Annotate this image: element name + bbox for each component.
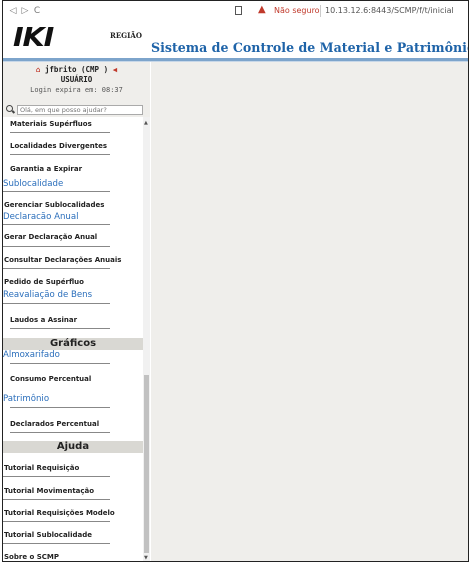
menu-divider <box>3 246 110 247</box>
menu-divider <box>3 499 110 500</box>
menu-divider <box>3 476 110 477</box>
menu-section-almoxarifado[interactable]: Almoxarifado <box>3 350 60 360</box>
menu-divider <box>10 154 110 155</box>
menu-section-reavaliacao-bens[interactable]: Reavaliação de Bens <box>3 290 92 300</box>
menu-item-declarados-percentual[interactable]: Declarados Percentual <box>10 420 99 428</box>
browser-window: ◁ ▷ C ▲ Não seguro 10.13.12.6:8443/SCMP/… <box>2 0 469 562</box>
menu-divider <box>10 328 110 329</box>
logout-icon[interactable]: ◀ <box>113 65 118 74</box>
scroll-up-icon[interactable]: ▲ <box>144 120 148 126</box>
menu-divider <box>3 543 110 544</box>
search-input[interactable] <box>17 104 143 115</box>
scroll-down-icon[interactable]: ▼ <box>144 555 148 561</box>
menu-item-pedido-superfluo[interactable]: Pedido de Supérfluo <box>4 278 84 286</box>
user-role: USUÁRIO <box>60 75 93 84</box>
app-header: IKI REGIÃO Sistema de Controle de Materi… <box>3 21 468 58</box>
logo-subtitle: REGIÃO <box>110 31 142 40</box>
warning-icon[interactable]: ▲ <box>258 4 266 15</box>
menu-item-tutorial-sublocalidade[interactable]: Tutorial Sublocalidade <box>4 531 92 539</box>
main-content <box>151 62 468 561</box>
menu-section-patrimonio[interactable]: Patrimônio <box>3 394 49 404</box>
menu-item-tutorial-requisicao[interactable]: Tutorial Requisição <box>4 464 79 472</box>
menu-divider <box>3 224 110 225</box>
not-secure-label[interactable]: Não seguro <box>274 6 320 15</box>
section-header-graficos: Gráficos <box>3 338 143 350</box>
user-name[interactable]: jfbrito (CMP ) <box>45 65 108 74</box>
logo: IKI <box>13 23 54 53</box>
menu-divider <box>3 303 110 304</box>
menu-section-declaracao-anual[interactable]: Declaracão Anual <box>3 212 79 222</box>
menu-divider <box>10 432 110 433</box>
search-icon[interactable] <box>6 105 15 114</box>
home-icon[interactable]: ⌂ <box>36 65 41 74</box>
user-panel: ⌂ jfbrito (CMP ) ◀ USUÁRIO Login expira … <box>3 62 150 100</box>
menu-item-gerenciar-sublocalidades[interactable]: Gerenciar Sublocalidades <box>4 201 104 209</box>
sidebar: ⌂ jfbrito (CMP ) ◀ USUÁRIO Login expira … <box>3 62 150 561</box>
menu-item-materiais-superfluos[interactable]: Materiais Supérfluos <box>10 120 92 128</box>
user-info: ⌂ jfbrito (CMP ) ◀ <box>3 65 150 74</box>
bookmark-icon[interactable] <box>235 6 242 15</box>
menu-item-sobre-scmp[interactable]: Sobre o SCMP <box>4 553 59 561</box>
back-icon[interactable]: ◁ <box>7 6 19 16</box>
menu-item-tutorial-movimentacao[interactable]: Tutorial Movimentação <box>4 487 94 495</box>
url-separator <box>320 5 321 17</box>
login-expire-timer: Login expira em: 08:37 <box>30 86 123 94</box>
menu-item-consumo-percentual[interactable]: Consumo Percentual <box>10 375 91 383</box>
search-box <box>6 104 146 115</box>
menu-item-gerar-declaracao[interactable]: Gerar Declaração Anual <box>4 233 97 241</box>
menu-divider <box>10 363 110 364</box>
menu-item-consultar-declaracoes[interactable]: Consultar Declarações Anuais <box>4 256 121 264</box>
menu-divider <box>3 521 110 522</box>
menu-item-laudos-assinar[interactable]: Laudos a Assinar <box>10 316 77 324</box>
section-header-ajuda: Ajuda <box>3 441 143 453</box>
menu-divider <box>3 268 110 269</box>
menu-divider <box>10 132 110 133</box>
reload-icon[interactable]: C <box>31 6 43 16</box>
forward-icon[interactable]: ▷ <box>19 6 31 16</box>
sidebar-scrollbar[interactable]: ▲ ▼ <box>143 117 150 561</box>
menu-item-tutorial-requisicoes-modelo[interactable]: Tutorial Requisições Modelo <box>4 509 115 517</box>
menu-section-sublocalidade[interactable]: Sublocalidade <box>3 179 63 189</box>
sidebar-menu: Materiais Supérfluos Localidades Diverge… <box>3 117 143 561</box>
scrollbar-thumb[interactable] <box>144 375 149 553</box>
menu-item-garantia-expirar[interactable]: Garantia a Expirar <box>10 165 82 173</box>
address-bar[interactable]: 10.13.12.6:8443/SCMP/f/t/inicial <box>325 6 454 15</box>
menu-divider <box>3 191 110 192</box>
page-title: Sistema de Controle de Material e Patrim… <box>151 40 469 55</box>
menu-divider <box>10 407 110 408</box>
browser-toolbar: ◁ ▷ C ▲ Não seguro 10.13.12.6:8443/SCMP/… <box>3 1 468 22</box>
menu-item-localidades-divergentes[interactable]: Localidades Divergentes <box>10 142 107 150</box>
